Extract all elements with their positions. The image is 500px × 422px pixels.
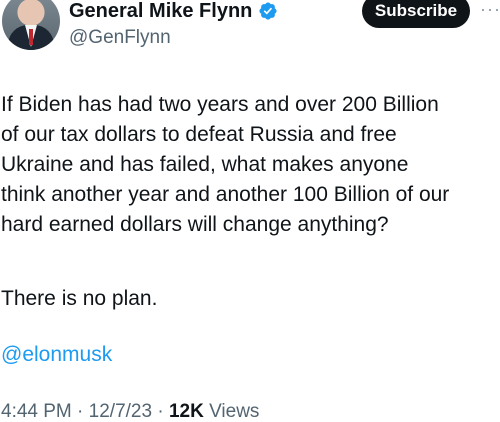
author-display-name[interactable]: General Mike Flynn <box>69 0 252 24</box>
more-options-icon[interactable]: ··· <box>480 0 500 18</box>
tweet-text-line: of our tax dollars to defeat Russia and … <box>1 123 397 146</box>
author-handle[interactable]: @GenFlynn <box>69 26 171 50</box>
tweet-card: General Mike Flynn @GenFlynn Subscribe ·… <box>0 0 500 422</box>
subscribe-button[interactable]: Subscribe <box>362 0 470 28</box>
tweet-text-line: Ukraine and has failed, what makes anyon… <box>1 153 409 176</box>
verified-badge-icon <box>258 1 278 21</box>
tweet-text-line: think another year and another 100 Billi… <box>1 183 450 206</box>
tweet-meta: 4:44 PM · 12/7/23 · 12K Views <box>1 399 259 422</box>
author-name-row[interactable]: General Mike Flynn <box>69 0 278 24</box>
verified-badge-svg <box>259 2 277 20</box>
tweet-time[interactable]: 4:44 PM <box>1 401 72 422</box>
meta-separator: · <box>152 401 169 422</box>
tweet-text-line: hard earned dollars will change anything… <box>1 213 389 236</box>
tweet-text: If Biden has had two years and over 200 … <box>1 90 497 240</box>
tweet-closing-line: There is no plan. <box>1 287 158 310</box>
avatar-tie <box>29 29 33 45</box>
tweet-date[interactable]: 12/7/23 <box>89 401 152 422</box>
avatar[interactable] <box>2 0 60 50</box>
mention-link[interactable]: @elonmusk <box>1 340 112 370</box>
tweet-header: General Mike Flynn @GenFlynn Subscribe ·… <box>0 0 500 60</box>
meta-separator: · <box>71 401 89 422</box>
tweet-text-line: If Biden has had two years and over 200 … <box>1 93 439 116</box>
views-count[interactable]: 12K <box>169 401 204 422</box>
views-label: Views <box>203 401 260 422</box>
